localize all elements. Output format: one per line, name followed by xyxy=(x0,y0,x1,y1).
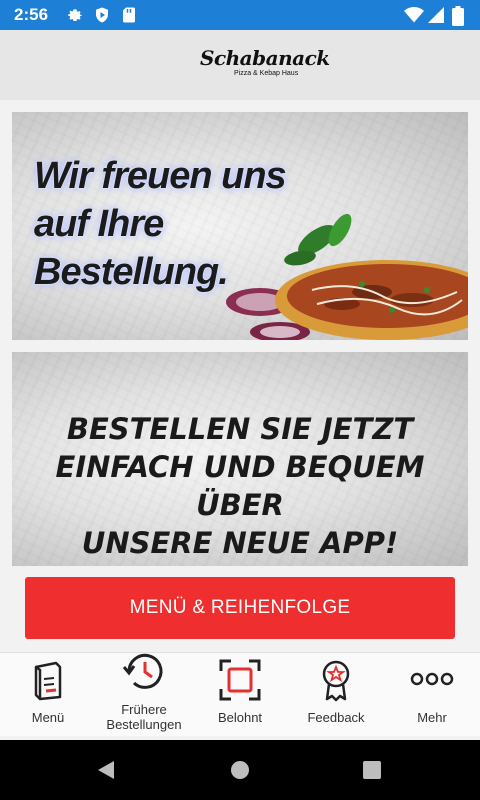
home-icon[interactable] xyxy=(230,760,250,780)
logo-subtitle: Pizza & Kebap Haus xyxy=(234,70,299,77)
welcome-banner-text: Wir freuen uns auf Ihre Bestellung. xyxy=(34,155,287,293)
badge-star-icon xyxy=(322,660,350,702)
brand-logo: Schabanack Pizza & Kebap Haus xyxy=(200,46,330,86)
wifi-icon xyxy=(404,7,424,23)
tab-feedback-label: Feedback xyxy=(307,710,365,725)
tab-more-label: Mehr xyxy=(417,710,447,725)
menu-book-icon xyxy=(34,661,62,701)
tab-past-orders-label: Frühere Bestellungen xyxy=(106,702,182,732)
history-icon xyxy=(122,653,163,689)
back-icon[interactable] xyxy=(96,760,116,780)
logo-brand-text: Schabanack xyxy=(200,46,330,70)
app-banner-text: BESTELLEN SIE JETZT EINFACH UND BEQUEM Ü… xyxy=(55,412,425,560)
sd-card-icon xyxy=(123,7,135,23)
cell-signal-icon xyxy=(428,7,444,23)
more-dots-icon xyxy=(410,672,454,686)
promo-banner-app: BESTELLEN SIE JETZT EINFACH UND BEQUEM Ü… xyxy=(12,352,468,566)
tab-feedback[interactable]: Feedback xyxy=(288,653,384,737)
play-protect-icon xyxy=(96,7,108,23)
tab-rewarded-label: Belohnt xyxy=(217,710,263,725)
battery-icon xyxy=(452,6,464,26)
tab-menu-label: Menü xyxy=(31,710,65,725)
tab-menu[interactable]: Menü xyxy=(0,653,96,737)
system-nav-bar xyxy=(0,740,480,800)
recents-icon[interactable] xyxy=(362,760,382,780)
bottom-tab-bar: Menü Frühere Bestellungen Belohnt Feedba… xyxy=(0,652,480,736)
status-time: 2:56 xyxy=(14,5,49,24)
tab-more[interactable]: Mehr xyxy=(384,653,480,737)
gear-icon xyxy=(68,9,82,22)
tab-rewarded[interactable]: Belohnt xyxy=(192,653,288,737)
promo-banner-welcome: Wir freuen uns auf Ihre Bestellung. xyxy=(12,112,468,340)
tab-past-orders[interactable]: Frühere Bestellungen xyxy=(96,653,192,737)
menu-order-button[interactable]: MENÜ & REIHENFOLGE xyxy=(25,577,455,639)
status-bar: 2:56 xyxy=(0,0,480,30)
reward-frame-icon xyxy=(219,659,261,701)
